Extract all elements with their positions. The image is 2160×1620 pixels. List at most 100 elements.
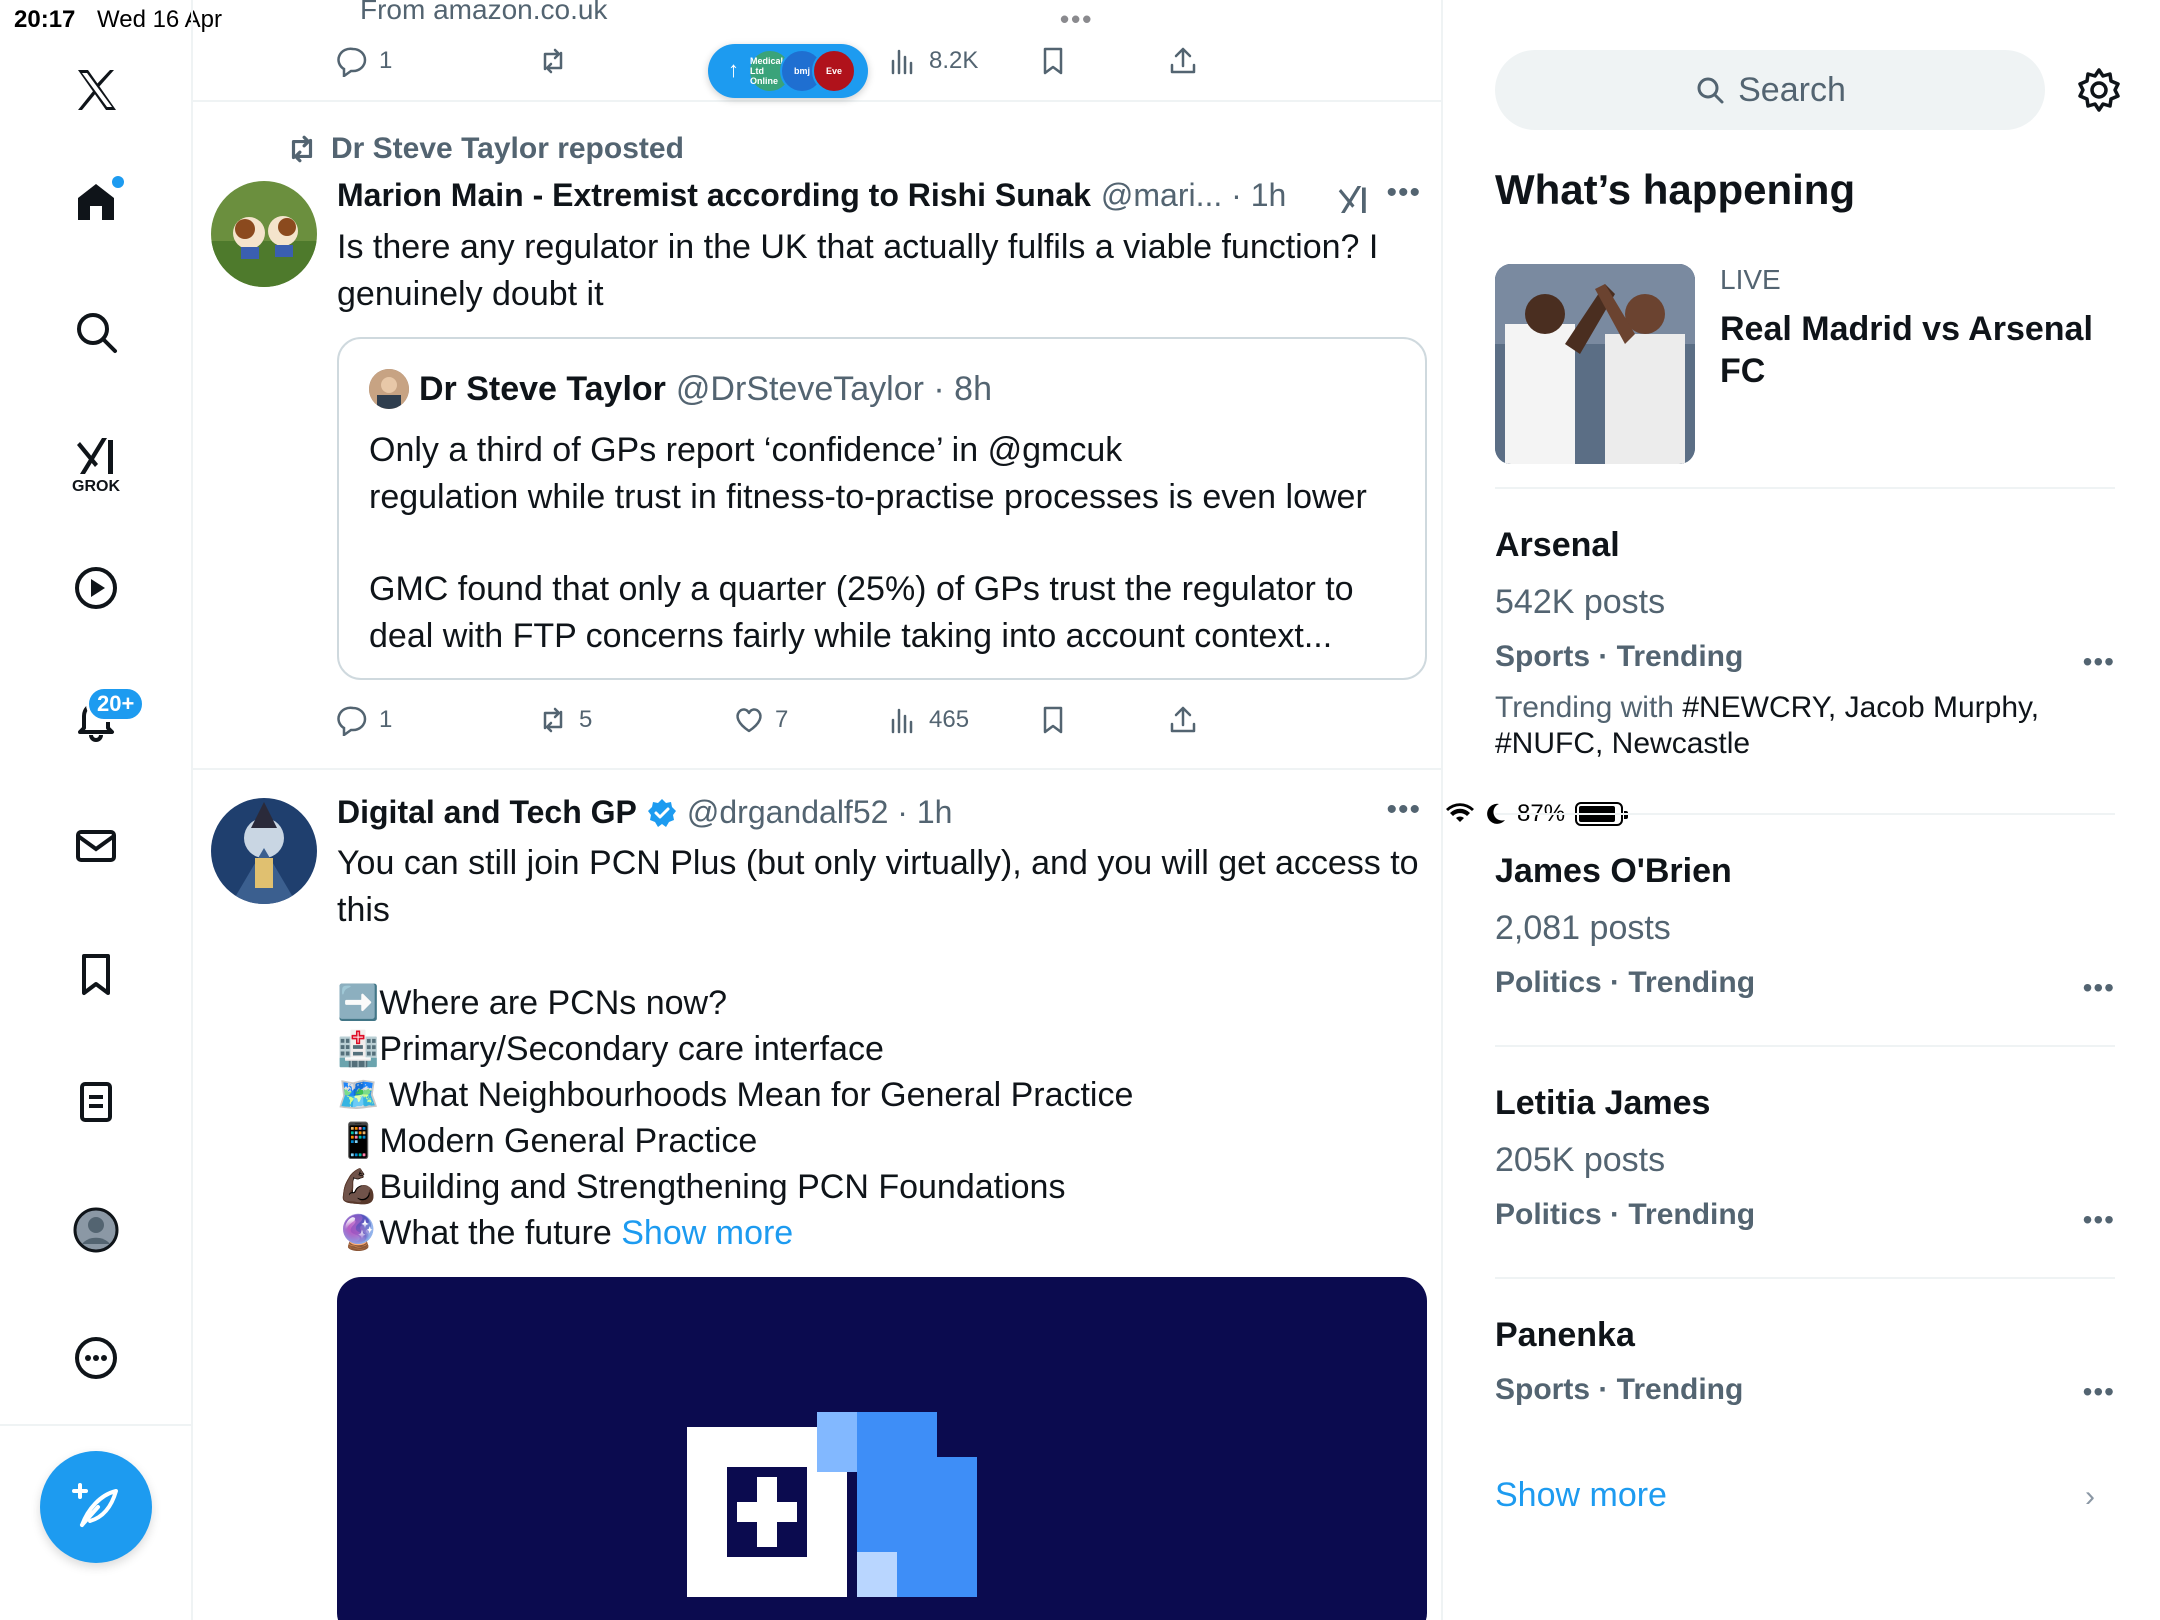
author-handle-time[interactable]: @drgandalf52 · 1h <box>687 794 953 831</box>
tweet-divider <box>193 768 1441 770</box>
reply-button[interactable]: 1 <box>337 41 392 81</box>
live-event-title: Real Madrid vs Arsenal FC <box>1720 310 2093 390</box>
trend-category: Politics · Trending <box>1495 966 1756 999</box>
list-item: 🏥Primary/Secondary care interface <box>337 1030 884 1068</box>
trend-item[interactable]: James O'Brien 2,081 posts Politics · Tre… <box>1495 852 2115 1003</box>
bookmark-button[interactable] <box>1037 41 1069 81</box>
left-nav: GROK 20+ <box>0 0 193 1620</box>
reply-icon <box>337 47 367 77</box>
bookmarks-icon[interactable] <box>62 940 130 1008</box>
bookmark-button[interactable] <box>1037 700 1069 740</box>
list-item: 📱Modern General Practice <box>337 1122 758 1160</box>
quote-author-name: Dr Steve Taylor <box>419 369 666 408</box>
list-item: 🔮What the future Show more <box>337 1210 1427 1256</box>
avatar[interactable] <box>211 798 317 904</box>
settings-gear-icon[interactable] <box>2075 66 2123 114</box>
heart-icon <box>736 708 762 733</box>
new-posts-pill[interactable]: ↑ Medical Ltd Online bmj Eve <box>708 44 868 98</box>
repost-label[interactable]: Dr Steve Taylor reposted <box>331 132 684 166</box>
compose-post-button[interactable] <box>40 1451 152 1563</box>
quote-handle-time: @DrSteveTaylor · 8h <box>675 369 992 408</box>
trend-name: Panenka <box>1495 1316 1635 1354</box>
more-options-icon[interactable]: ••• <box>1386 793 1421 827</box>
video-icon[interactable] <box>62 554 130 622</box>
views-count: 465 <box>929 706 970 733</box>
trend-item[interactable]: Arsenal 542K posts Sports · Trending Tre… <box>1495 526 2115 762</box>
trend-posts: 542K posts <box>1495 583 1666 621</box>
reply-count: 1 <box>379 706 393 733</box>
card-source-link[interactable]: From amazon.co.uk <box>360 0 607 26</box>
list-item: 💪🏿Building and Strengthening PCN Foundat… <box>337 1168 1066 1206</box>
quote-line: GMC found that only a quarter (25%) of G… <box>369 570 1354 608</box>
more-options-icon[interactable]: ••• <box>1386 176 1421 210</box>
views-button[interactable]: 465 <box>887 700 969 740</box>
search-input[interactable]: Search <box>1495 50 2045 130</box>
trend-item[interactable]: Letitia James 205K posts Politics · Tren… <box>1495 1084 2115 1235</box>
views-icon <box>891 708 913 734</box>
search-icon <box>1697 77 1724 104</box>
author-name[interactable]: Marion Main - Extremist according to Ris… <box>337 177 1091 214</box>
tweet-actions: 1 5 7 465 <box>337 700 1337 740</box>
author-name[interactable]: Digital and Tech GP <box>337 794 637 831</box>
quote-text: Only a third of GPs report ‘confidence’ … <box>369 427 1409 660</box>
show-more-link[interactable]: Show more <box>1495 1476 1667 1515</box>
show-more-link[interactable]: Show more <box>621 1214 793 1252</box>
share-icon <box>1170 47 1196 74</box>
repost-button[interactable]: 5 <box>537 700 592 740</box>
quoted-tweet[interactable]: Dr Steve Taylor @DrSteveTaylor · 8h Only… <box>337 337 1427 680</box>
messages-icon[interactable] <box>62 812 130 880</box>
nav-divider <box>0 1424 193 1426</box>
home-new-dot <box>112 176 124 188</box>
author-handle-time[interactable]: @mari... · 1h <box>1101 177 1286 214</box>
trend-more-icon[interactable]: ••• <box>2083 1376 2115 1408</box>
trend-name: Arsenal <box>1495 526 1620 564</box>
live-event-card[interactable]: LIVE Real Madrid vs Arsenal FC <box>1495 264 2115 464</box>
quote-line: Only a third of GPs report ‘confidence’ … <box>369 431 1123 469</box>
arrow-up-icon: ↑ <box>728 57 739 82</box>
lists-icon[interactable] <box>62 1068 130 1136</box>
search-placeholder: Search <box>1738 70 1846 109</box>
avatar <box>369 369 409 409</box>
home-icon[interactable] <box>62 168 130 236</box>
share-button[interactable] <box>1167 41 1199 81</box>
x-logo-icon[interactable] <box>62 56 130 124</box>
feather-plus-icon <box>72 1483 118 1527</box>
trend-name: James O'Brien <box>1495 852 1732 890</box>
trend-item[interactable]: Panenka Sports · Trending ••• <box>1495 1316 2115 1407</box>
pcn-plus-logo <box>687 1412 977 1597</box>
repost-icon <box>543 707 563 733</box>
repost-button[interactable] <box>537 41 569 81</box>
trend-more-icon[interactable]: ••• <box>2083 972 2115 1004</box>
more-options-icon[interactable] <box>62 1324 130 1392</box>
reply-button[interactable]: 1 <box>337 700 392 740</box>
live-label: LIVE <box>1720 264 1781 295</box>
tweet-line: this <box>337 891 390 929</box>
avatar[interactable] <box>211 181 317 287</box>
quote-line: deal with FTP concerns fairly while taki… <box>369 617 1333 655</box>
trend-more-icon[interactable]: ••• <box>2083 1204 2115 1236</box>
views-count: 8.2K <box>929 47 979 74</box>
trend-more-icon[interactable]: ••• <box>2083 646 2115 678</box>
tweet-media-image[interactable] <box>337 1277 1427 1620</box>
trend-divider <box>1495 813 2115 815</box>
profile-avatar-icon[interactable] <box>62 1196 130 1264</box>
like-count: 7 <box>775 706 789 733</box>
views-icon <box>891 49 913 75</box>
like-button[interactable]: 7 <box>733 700 788 740</box>
trend-category: Politics · Trending <box>1495 1198 1756 1231</box>
tweet-line: You can still join PCN Plus (but only vi… <box>337 844 1419 882</box>
share-button[interactable] <box>1167 700 1199 740</box>
search-icon[interactable] <box>62 298 130 366</box>
tweet-text: You can still join PCN Plus (but only vi… <box>337 840 1427 1256</box>
grok-explain-icon[interactable] <box>1335 180 1371 216</box>
views-button[interactable]: 8.2K <box>887 41 978 81</box>
quote-line: regulation while trust in fitness-to-pra… <box>369 478 1367 516</box>
bookmark-icon <box>1043 706 1063 734</box>
right-sidebar: Search What’s happening LIVE Real Madrid… <box>1445 0 2160 1620</box>
reply-icon <box>337 706 367 736</box>
timeline: From amazon.co.uk 1 8.2K Dr Steve Taylor… <box>193 0 1443 1620</box>
trend-posts: 2,081 posts <box>1495 909 1671 947</box>
avatar: Eve <box>812 49 856 93</box>
chevron-right-icon[interactable]: › <box>2085 1480 2095 1514</box>
trend-divider <box>1495 1045 2115 1047</box>
